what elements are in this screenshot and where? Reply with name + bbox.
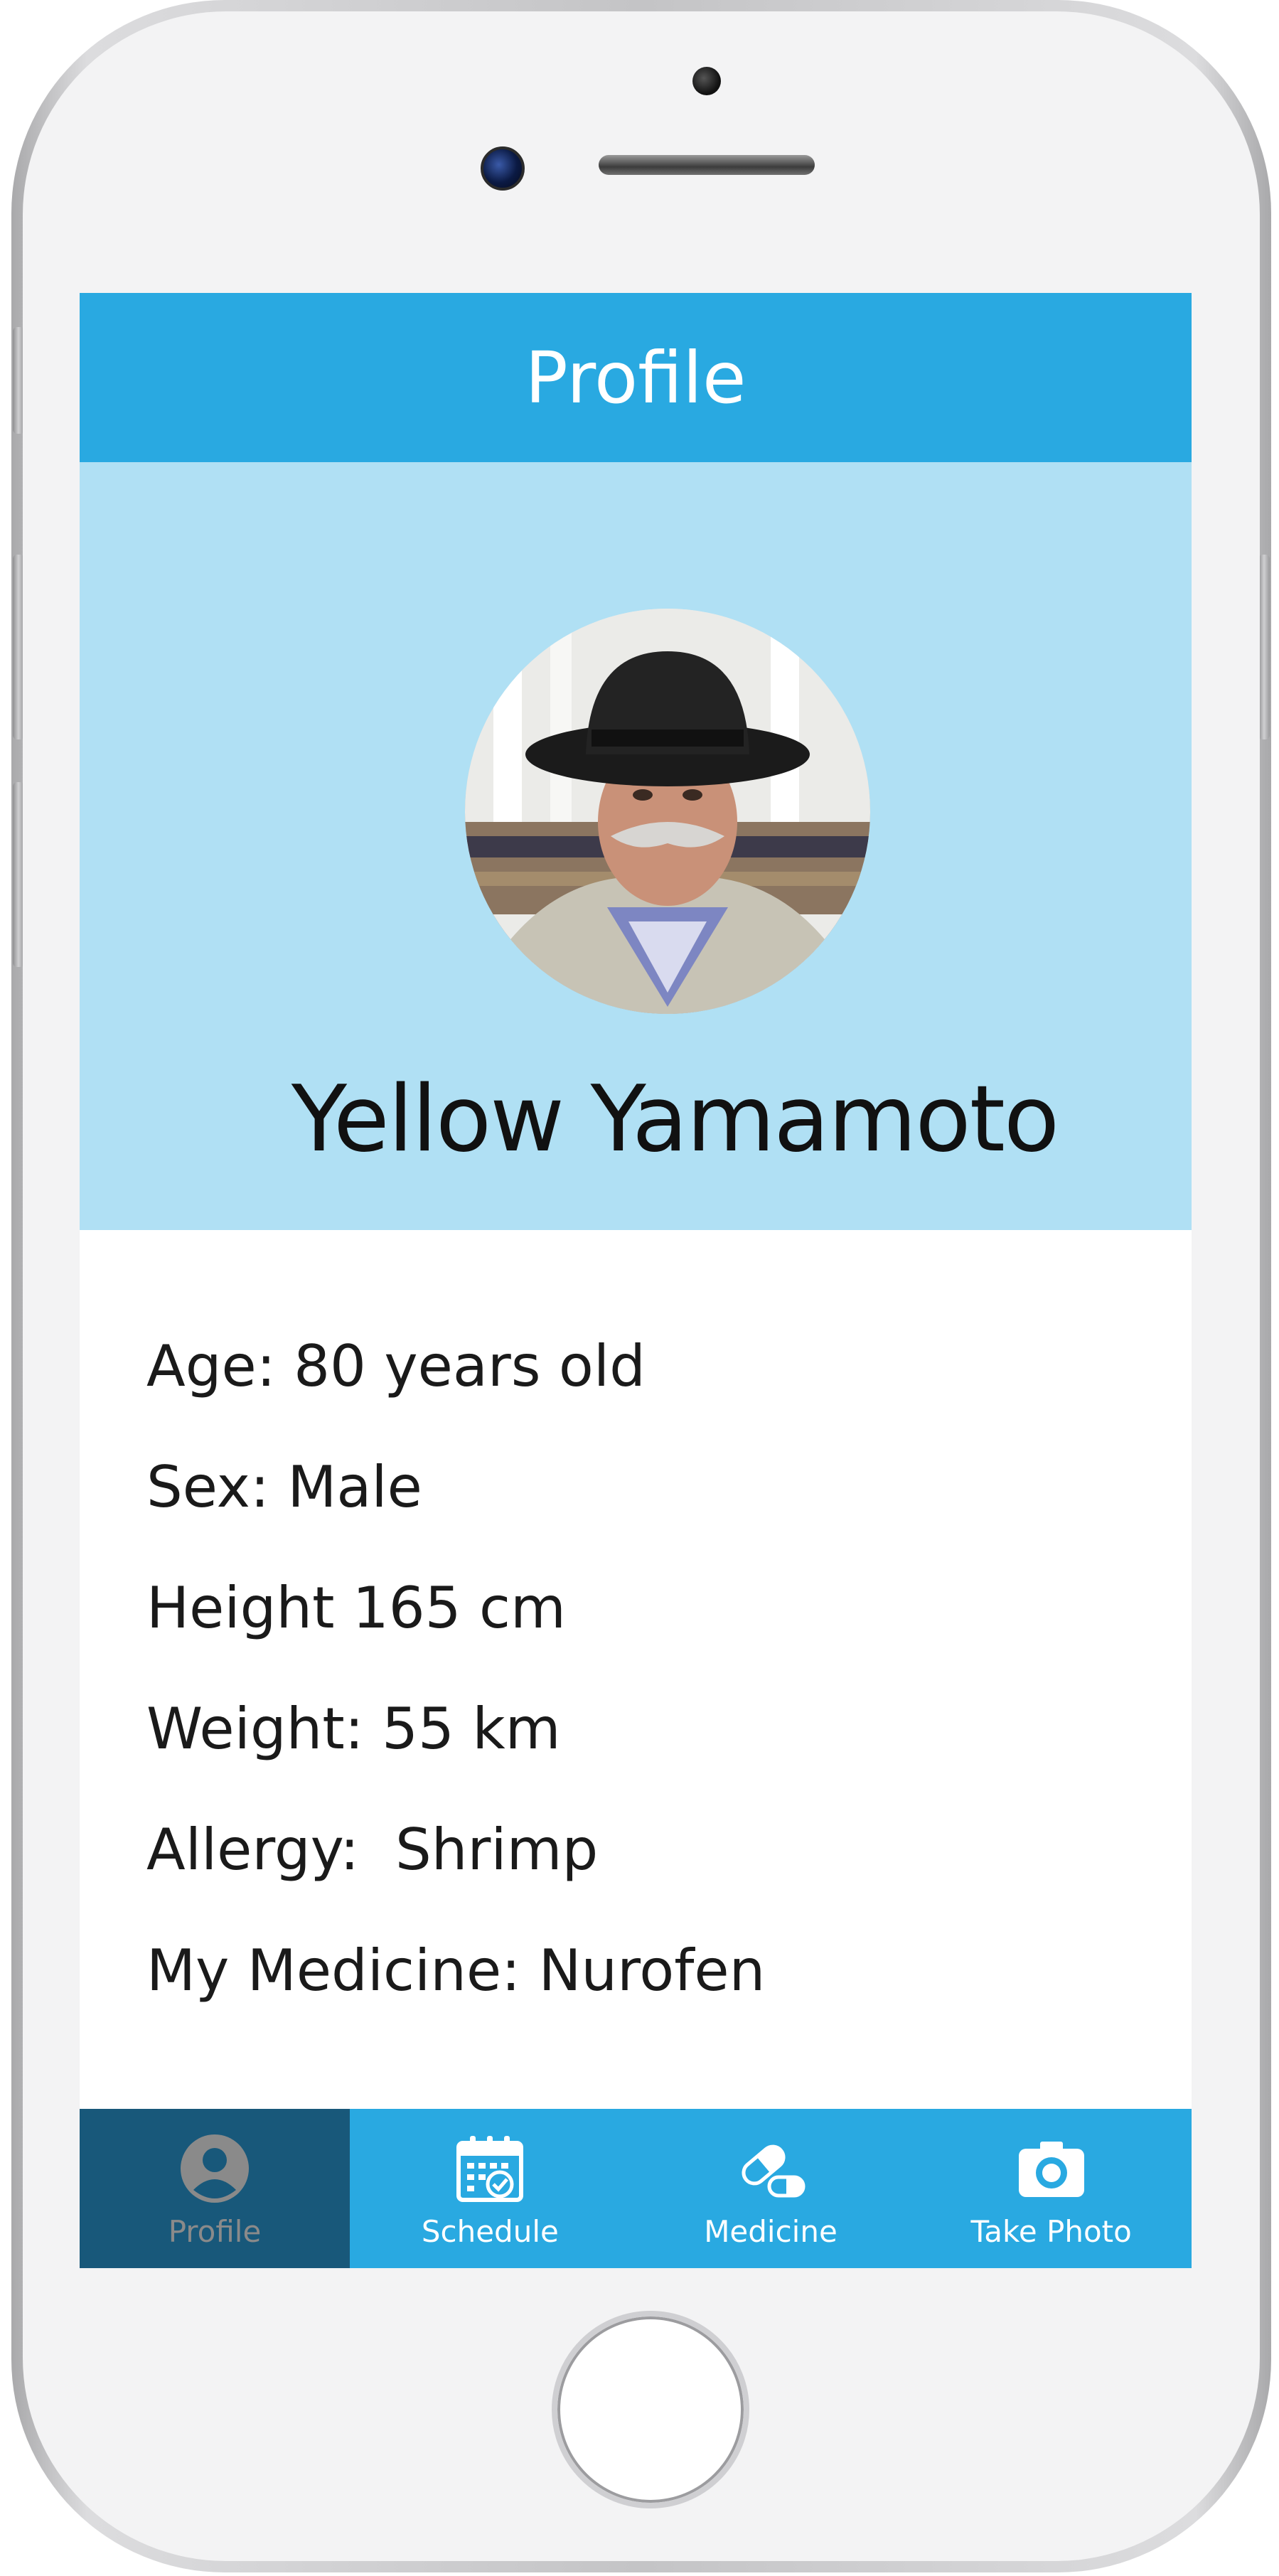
tab-take-photo[interactable]: Take Photo: [911, 2109, 1192, 2268]
power-button: [1258, 555, 1270, 739]
detail-age: Age: 80 years old: [146, 1333, 646, 1399]
camera-icon: [1018, 2142, 1084, 2197]
app-screen: Profile Yellow Yamamoto Age: 80 years ol…: [80, 293, 1192, 2268]
app-header: Profile: [80, 293, 1192, 462]
avatar-photo: [465, 609, 870, 1014]
tab-label: Schedule: [421, 2214, 559, 2249]
profile-details: Age: 80 years old Sex: Male Height 165 c…: [146, 1331, 1142, 2056]
proximity-sensor: [692, 67, 721, 95]
profile-hero: Yellow Yamamoto: [80, 462, 1192, 1230]
user-name: Yellow Yamamoto: [291, 1067, 1059, 1172]
tab-profile[interactable]: Profile: [80, 2109, 350, 2268]
detail-weight: Weight: 55 km: [146, 1696, 561, 1762]
tab-label: Take Photo: [970, 2214, 1132, 2249]
pill-icon: [742, 2144, 806, 2198]
earpiece-speaker: [599, 155, 815, 175]
front-camera: [481, 146, 525, 191]
detail-sex: Sex: Male: [146, 1454, 422, 1520]
bottom-tab-bar: Profile Schedule Medicine Take Photo: [80, 2109, 1192, 2268]
tab-schedule[interactable]: Schedule: [350, 2109, 631, 2268]
avatar[interactable]: [465, 609, 870, 1014]
detail-medicine: My Medicine: Nurofen: [146, 1938, 766, 2004]
tab-label: Profile: [168, 2214, 262, 2249]
calendar-check-icon: [456, 2136, 524, 2202]
tab-medicine[interactable]: Medicine: [631, 2109, 911, 2268]
detail-height: Height 165 cm: [146, 1575, 566, 1641]
user-circle-icon: [181, 2134, 249, 2203]
tab-label: Medicine: [704, 2214, 837, 2249]
detail-allergy: Allergy: Shrimp: [146, 1817, 599, 1883]
home-button[interactable]: [552, 2311, 749, 2508]
page-title: Profile: [525, 336, 746, 419]
